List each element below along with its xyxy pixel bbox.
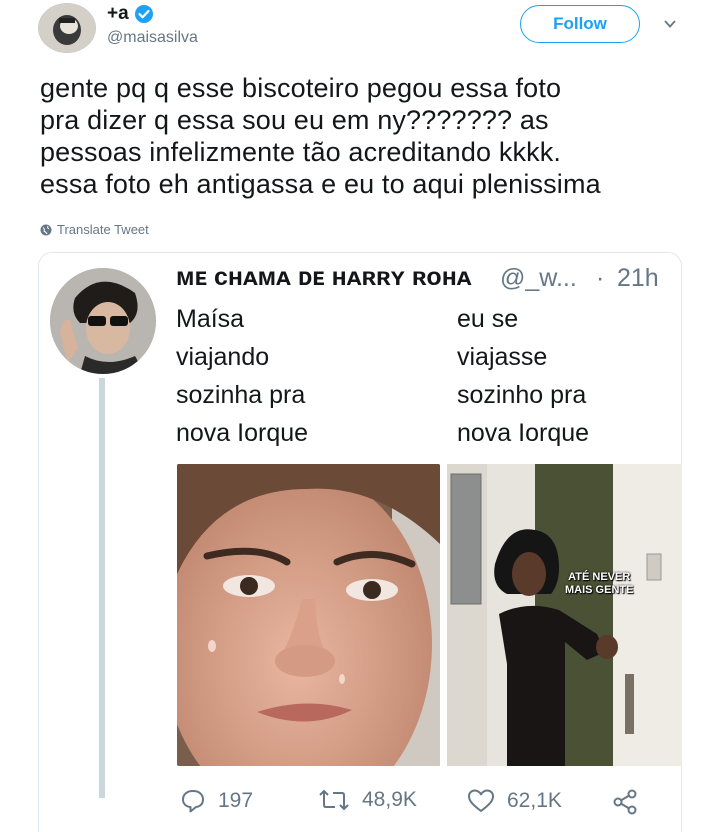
caption-line: viajasse [457,343,548,371]
heart-icon [468,789,494,812]
image-caption-line: ATÉ NEVER [568,571,631,583]
share-action[interactable] [611,788,639,816]
thread-line [99,378,105,798]
translate-label: Translate Tweet [57,222,149,237]
quoted-timestamp[interactable]: 21h [617,264,659,293]
quoted-display-name[interactable]: ᴍᴇ ᴄнᴀᴍᴀ ᴅᴇ нᴀʀʀʏ ʀᴏнᴀ [176,263,472,292]
verified-badge-icon [134,4,154,24]
quoted-handle[interactable]: @_w... [500,264,577,293]
globe-icon [40,224,52,235]
meme-photo-left[interactable] [177,464,440,766]
reply-icon [182,790,204,813]
chevron-down-icon[interactable] [663,17,677,31]
image-caption: ATÉ NEVER MAIS GENTE [565,571,633,597]
reply-count: 197 [218,789,254,812]
translate-tweet-link[interactable]: Translate Tweet [40,222,149,237]
share-icon [613,789,637,815]
separator-dot: · [596,264,605,292]
follow-button[interactable]: Follow [520,5,640,43]
caption-line: sozinho pra [457,381,587,409]
caption-line: nova Iorque [176,419,309,447]
author-avatar[interactable] [38,3,96,53]
tweet-line: pra dizer q essa sou eu em ny??????? as [40,105,549,135]
meme-photo-right[interactable] [447,464,682,766]
tweet-line: essa foto eh antigassa e eu to aqui plen… [40,169,601,199]
meme-caption-left: Maísa viajando sozinha pra nova Iorque [176,300,308,452]
retweet-action[interactable]: 48,9K [318,788,417,812]
caption-line: Maísa [176,305,245,333]
like-action[interactable]: 62,1K [467,788,562,814]
image-caption-line: MAIS GENTE [565,584,634,596]
tweet-text: gente pq q esse biscoteiro pegou essa fo… [40,72,690,200]
retweet-count: 48,9K [362,788,417,811]
like-count: 62,1K [507,789,562,812]
meme-caption-right: eu se viajasse sozinho pra nova Iorque [457,300,589,452]
tweet-line: pessoas infelizmente tão acreditando kkk… [40,137,562,167]
caption-line: sozinha pra [176,381,306,409]
caption-line: eu se [457,305,519,333]
caption-line: nova Iorque [457,419,590,447]
author-display-name[interactable]: +a [107,3,129,25]
quoted-author-avatar[interactable] [50,268,156,374]
author-handle[interactable]: @maisasilva [107,29,198,47]
tweet-line: gente pq q esse biscoteiro pegou essa fo… [40,73,562,103]
reply-action[interactable]: 197 [180,788,253,814]
caption-line: viajando [176,343,270,371]
retweet-icon [319,789,349,811]
